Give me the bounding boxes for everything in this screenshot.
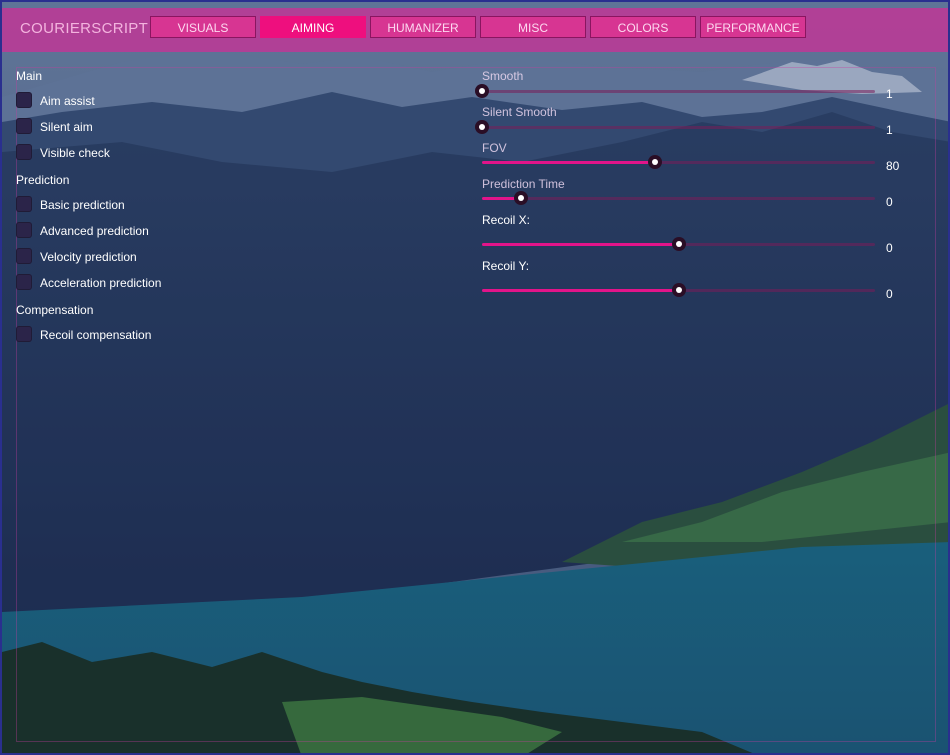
app-window: COURIERSCRIPT VISUALS AIMING HUMANIZER M… [0, 0, 950, 755]
aim-assist-checkbox[interactable] [16, 92, 32, 108]
tab-humanizer[interactable]: HUMANIZER [370, 16, 476, 38]
visible-check-checkbox[interactable] [16, 144, 32, 160]
smooth-slider[interactable] [475, 84, 875, 98]
silent-aim-label: Silent aim [40, 120, 93, 134]
section-main-title: Main [16, 69, 43, 83]
prediction-time-slider[interactable] [482, 191, 875, 205]
prediction-time-label: Prediction Time [482, 177, 565, 191]
smooth-value: 1 [886, 87, 893, 101]
recoil-x-slider-fill [482, 243, 679, 246]
fov-label: FOV [482, 141, 507, 155]
header-bar: COURIERSCRIPT VISUALS AIMING HUMANIZER M… [2, 8, 948, 52]
app-title: COURIERSCRIPT [20, 20, 149, 37]
silent-aim-checkbox[interactable] [16, 118, 32, 134]
recoil-y-slider-fill [482, 289, 679, 292]
recoil-y-slider[interactable] [482, 283, 875, 297]
section-compensation-title: Compensation [16, 303, 94, 317]
fov-slider[interactable] [482, 155, 875, 169]
recoil-x-value: 0 [886, 241, 893, 255]
section-prediction-title: Prediction [16, 173, 70, 187]
tab-aiming[interactable]: AIMING [260, 16, 366, 38]
prediction-time-value: 0 [886, 195, 893, 209]
recoil-x-label: Recoil X: [482, 213, 531, 227]
advanced-prediction-label: Advanced prediction [40, 224, 149, 238]
recoil-x-slider[interactable] [482, 237, 875, 251]
prediction-time-slider-thumb-icon[interactable] [514, 191, 528, 205]
basic-prediction-label: Basic prediction [40, 198, 125, 212]
fov-slider-thumb-icon[interactable] [648, 155, 662, 169]
smooth-label: Smooth [482, 69, 524, 83]
tab-misc[interactable]: MISC [480, 16, 586, 38]
acceleration-prediction-checkbox[interactable] [16, 274, 32, 290]
recoil-x-slider-thumb-icon[interactable] [672, 237, 686, 251]
visible-check-label: Visible check [40, 146, 110, 160]
silent-smooth-slider[interactable] [475, 120, 875, 134]
recoil-y-value: 0 [886, 287, 893, 301]
tab-colors[interactable]: COLORS [590, 16, 696, 38]
content-frame [16, 67, 936, 742]
recoil-compensation-checkbox[interactable] [16, 326, 32, 342]
silent-smooth-label: Silent Smooth [482, 105, 557, 119]
aim-assist-label: Aim assist [40, 94, 95, 108]
recoil-y-slider-thumb-icon[interactable] [672, 283, 686, 297]
tab-performance[interactable]: PERFORMANCE [700, 16, 806, 38]
silent-smooth-value: 1 [886, 123, 893, 137]
fov-value: 80 [886, 159, 900, 173]
smooth-slider-thumb-icon[interactable] [475, 84, 489, 98]
acceleration-prediction-label: Acceleration prediction [40, 276, 162, 290]
velocity-prediction-label: Velocity prediction [40, 250, 137, 264]
tab-visuals[interactable]: VISUALS [150, 16, 256, 38]
fov-slider-fill [482, 161, 655, 164]
advanced-prediction-checkbox[interactable] [16, 222, 32, 238]
recoil-compensation-label: Recoil compensation [40, 328, 152, 342]
recoil-y-label: Recoil Y: [482, 259, 530, 273]
velocity-prediction-checkbox[interactable] [16, 248, 32, 264]
basic-prediction-checkbox[interactable] [16, 196, 32, 212]
silent-smooth-slider-thumb-icon[interactable] [475, 120, 489, 134]
